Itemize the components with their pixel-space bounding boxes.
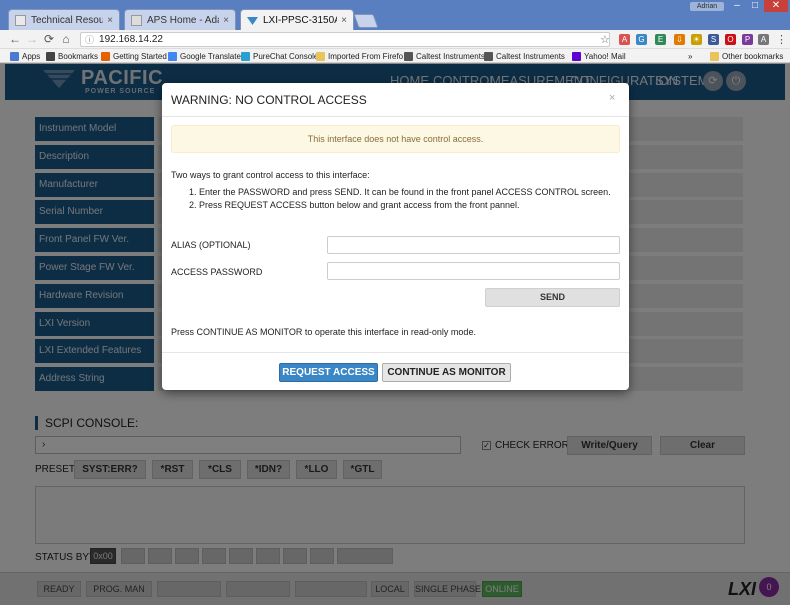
browser-toolbar: ← → ⟳ ⌂ ⓘ 192.168.14.22 ☆ A G E ⇩ ☀ S O P A ⋮ — [0, 30, 790, 49]
bookmark-favicon-icon — [404, 51, 413, 61]
page-info-icon[interactable]: ⓘ — [85, 33, 94, 46]
bookmark-star-icon[interactable]: ☆ — [600, 33, 610, 46]
bookmark-favicon-icon — [484, 51, 493, 61]
bookmark-label: Apps — [22, 51, 41, 61]
extension-icon[interactable]: G — [636, 34, 647, 45]
extension-icon[interactable]: S — [708, 34, 719, 45]
bookmark-label: PureChat Console — [253, 51, 319, 61]
no-control-access-dialog: WARNING: NO CONTROL ACCESS × This interf… — [162, 83, 629, 390]
address-bar[interactable]: ⓘ 192.168.14.22 — [80, 32, 610, 47]
web-page: PACIFIC POWER SOURCE HOME CONTROL MEASUR… — [0, 64, 790, 605]
dialog-footer: REQUEST ACCESS CONTINUE AS MONITOR — [162, 352, 629, 390]
bookmark-favicon-icon — [710, 51, 719, 61]
bookmark-item[interactable]: PureChat Console — [241, 50, 318, 62]
browser-tab-lxi[interactable]: LXI-PPSC-3150AFX-2L-0 × — [240, 9, 354, 30]
warning-alert: This interface does not have control acc… — [171, 125, 620, 153]
bookmark-item[interactable]: » — [688, 50, 692, 62]
bookmark-favicon-icon — [168, 51, 177, 61]
bookmark-label: Yahoo! Mail — [584, 51, 626, 61]
address-text: 192.168.14.22 — [99, 34, 163, 45]
bookmark-favicon-icon — [316, 51, 325, 61]
bookmark-label: Other bookmarks — [722, 51, 784, 61]
dialog-title: WARNING: NO CONTROL ACCESS — [171, 93, 367, 107]
bookmark-item[interactable]: Getting Started — [101, 50, 167, 62]
bookmark-item[interactable]: Yahoo! Mail — [572, 50, 626, 62]
home-icon[interactable]: ⌂ — [59, 32, 73, 46]
bookmark-label: Getting Started — [113, 51, 167, 61]
instruction-step: 2. Press REQUEST ACCESS button below and… — [189, 200, 520, 210]
bookmark-item[interactable]: Apps — [10, 50, 40, 62]
back-arrow-icon[interactable]: ← — [8, 32, 22, 46]
bookmark-favicon-icon — [572, 51, 581, 61]
close-icon[interactable]: × — [107, 15, 113, 26]
close-icon[interactable]: × — [223, 15, 229, 26]
request-access-button[interactable]: REQUEST ACCESS — [279, 363, 378, 382]
extension-icon[interactable]: E — [655, 34, 666, 45]
bookmark-label: Google Translate — [180, 51, 241, 61]
browser-tab-aps-home[interactable]: APS Home - Adaptive Po × — [124, 9, 236, 30]
tab-title: LXI-PPSC-3150AFX-2L-0 — [263, 14, 337, 26]
close-window-button[interactable]: ✕ — [764, 0, 788, 12]
dialog-intro-text: Two ways to grant control access to this… — [171, 170, 370, 180]
bookmarks-bar: Apps Bookmarks Getting Started Google Trans… — [0, 49, 790, 63]
bookmark-item[interactable]: Other bookmarks — [710, 50, 783, 62]
bookmark-item[interactable]: Caltest Instruments — [484, 50, 565, 62]
document-icon — [15, 14, 26, 26]
minimize-window-button[interactable]: – — [728, 0, 746, 12]
bookmark-label: Bookmarks — [58, 51, 99, 61]
bookmark-item[interactable]: Bookmarks — [46, 50, 98, 62]
bookmark-label: Imported From Firefo — [328, 51, 404, 61]
tab-title: APS Home - Adaptive Po — [147, 14, 219, 26]
extension-icon[interactable]: ☀ — [691, 34, 702, 45]
bookmark-favicon-icon — [101, 51, 110, 61]
bookmark-label: Caltest Instruments — [496, 51, 565, 61]
bookmark-item[interactable]: Imported From Firefo — [316, 50, 403, 62]
browser-tab-technical-resources[interactable]: Technical Resources - Ad × — [8, 9, 120, 30]
instructions-list: 1. Enter the PASSWORD and press SEND. It… — [189, 186, 611, 212]
forward-arrow-icon[interactable]: → — [25, 32, 39, 46]
close-icon[interactable]: × — [609, 92, 615, 104]
browser-titlebar: Technical Resources - Ad × APS Home - Ad… — [0, 0, 790, 30]
extension-icon[interactable]: P — [742, 34, 753, 45]
browser-menu-icon[interactable]: ⋮ — [776, 33, 787, 46]
access-password-input[interactable] — [327, 262, 620, 280]
extension-icon[interactable]: O — [725, 34, 736, 45]
instruction-step: 1. Enter the PASSWORD and press SEND. It… — [189, 187, 611, 197]
bookmark-item[interactable]: Caltest Instruments — [404, 50, 485, 62]
bookmark-label: » — [688, 51, 693, 61]
password-label: ACCESS PASSWORD — [171, 267, 263, 277]
bookmark-favicon-icon — [10, 51, 19, 61]
send-button[interactable]: SEND — [485, 288, 620, 307]
extension-icon[interactable]: A — [619, 34, 630, 45]
reload-icon[interactable]: ⟳ — [42, 32, 56, 46]
continue-as-monitor-button[interactable]: CONTINUE AS MONITOR — [382, 363, 511, 382]
alias-label: ALIAS (OPTIONAL) — [171, 240, 251, 250]
extension-icon[interactable]: A — [758, 34, 769, 45]
bookmark-favicon-icon — [46, 51, 55, 61]
profile-badge[interactable]: Adrian — [690, 2, 724, 11]
monitor-mode-note: Press CONTINUE AS MONITOR to operate thi… — [171, 327, 476, 337]
extension-icon[interactable]: ⇩ — [674, 34, 685, 45]
close-icon[interactable]: × — [341, 15, 347, 26]
tab-title: Technical Resources - Ad — [31, 14, 103, 26]
bookmark-label: Caltest Instruments — [416, 51, 485, 61]
alias-input[interactable] — [327, 236, 620, 254]
document-icon — [131, 14, 142, 26]
pacific-power-icon — [247, 15, 258, 26]
bookmark-item[interactable]: Google Translate — [168, 50, 241, 62]
new-tab-button[interactable] — [353, 14, 379, 28]
bookmark-favicon-icon — [241, 51, 250, 61]
dialog-header: WARNING: NO CONTROL ACCESS × — [162, 83, 629, 117]
maximize-window-button[interactable]: □ — [746, 0, 764, 12]
